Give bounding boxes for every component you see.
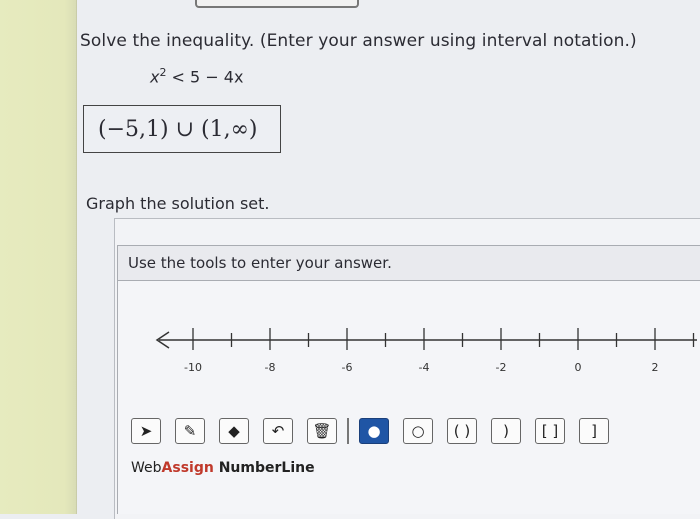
trash-tool[interactable]: 🗑: [307, 418, 337, 444]
answer-input[interactable]: (−5,1) ∪ (1,∞): [83, 105, 281, 153]
open-closed-interval-tool[interactable]: ): [491, 418, 521, 444]
inequality: x2 < 5 − 4x: [150, 66, 243, 86]
pointer-tool[interactable]: ➤: [131, 418, 161, 444]
top-edge-button[interactable]: [195, 0, 359, 8]
tick-label: 0: [575, 361, 582, 374]
pencil-tool[interactable]: ✎: [175, 418, 205, 444]
left-margin-strip: [0, 0, 77, 514]
open-closed-interval-icon: ): [503, 422, 509, 440]
panel-header: Use the tools to enter your answer.: [117, 245, 700, 281]
eraser-icon: ◆: [228, 422, 240, 440]
pencil-icon: ✎: [183, 422, 197, 440]
closed-point-icon: ●: [367, 422, 381, 440]
closed-interval-icon: [ ]: [541, 422, 559, 440]
closed-open-interval-tool[interactable]: ]: [579, 418, 609, 444]
eraser-tool[interactable]: ◆: [219, 418, 249, 444]
tick-label: -10: [184, 361, 202, 374]
open-point-icon: ○: [411, 422, 425, 440]
trash-icon: 🗑: [312, 422, 332, 440]
webassign-logo: WebAssign NumberLine: [131, 460, 315, 476]
question-prompt: Solve the inequality. (Enter your answer…: [80, 31, 637, 51]
panel-body: [117, 281, 700, 514]
inequality-right: < 5 − 4x: [166, 67, 244, 87]
closed-point-tool[interactable]: ●: [359, 418, 389, 444]
tick-label: 2: [652, 361, 659, 374]
toolbar-separator: [347, 418, 349, 444]
open-interval-tool[interactable]: ( ): [447, 418, 477, 444]
tick-label: -6: [342, 361, 353, 374]
graph-toolbar: ➤ ✎ ◆ ↶ 🗑 ● ○ ( ) ) [ ] ]: [131, 415, 623, 447]
closed-open-interval-icon: ]: [591, 422, 597, 440]
pointer-icon: ➤: [139, 422, 153, 440]
brand-product: NumberLine: [213, 460, 315, 476]
number-line[interactable]: -10 -8 -6 -4 -2 0 2: [117, 318, 700, 378]
brand-assign: Assign: [161, 460, 214, 476]
tick-label: -8: [265, 361, 276, 374]
graph-prompt: Graph the solution set.: [86, 194, 270, 213]
undo-icon: ↶: [271, 422, 285, 440]
closed-interval-tool[interactable]: [ ]: [535, 418, 565, 444]
tick-label: -4: [419, 361, 430, 374]
open-interval-icon: ( ): [453, 422, 471, 440]
panel-instructions: Use the tools to enter your answer.: [128, 254, 392, 272]
tick-label: -2: [496, 361, 507, 374]
brand-web: Web: [131, 460, 162, 476]
undo-tool[interactable]: ↶: [263, 418, 293, 444]
open-point-tool[interactable]: ○: [403, 418, 433, 444]
